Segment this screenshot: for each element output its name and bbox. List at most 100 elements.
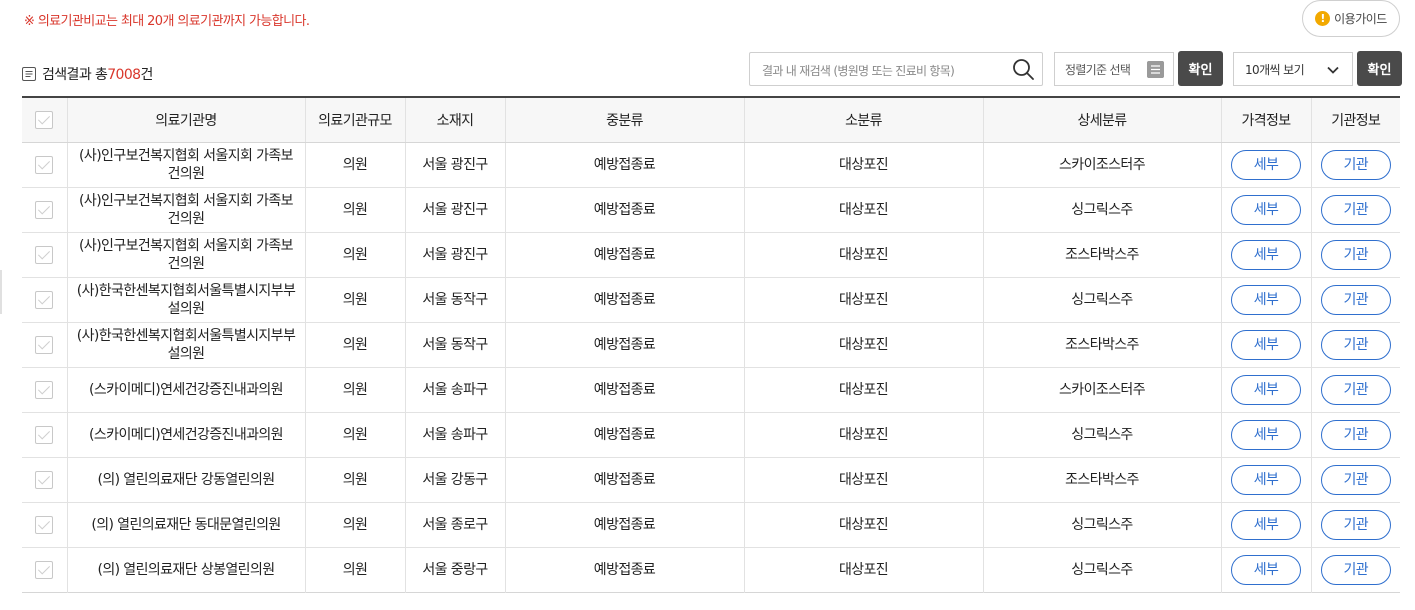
detail-button[interactable]: 세부: [1231, 150, 1301, 180]
org-info-cell: 기관: [1311, 412, 1400, 458]
detail-button[interactable]: 세부: [1231, 375, 1301, 405]
row-select-cell[interactable]: [22, 142, 68, 188]
sub-category-cell: 대상포진: [744, 457, 984, 503]
row-select-cell[interactable]: [22, 367, 68, 413]
row-checkbox[interactable]: [35, 426, 54, 444]
table-row: (스카이메디)연세건강증진내과의원 의원 서울 송파구 예방접종료 대상포진 스카이조스터…: [22, 367, 1400, 413]
detail-button[interactable]: 세부: [1231, 240, 1301, 270]
detail-category-cell: 조스타박스주: [983, 457, 1222, 503]
mid-category-cell: 예방접종료: [505, 232, 745, 278]
detail-button[interactable]: 세부: [1231, 555, 1301, 585]
scale-cell: 의원: [305, 142, 406, 188]
per-page-label: 10개씩 보기: [1245, 62, 1305, 77]
sort-confirm-button[interactable]: 확인: [1178, 51, 1223, 86]
row-checkbox[interactable]: [35, 516, 54, 534]
institution-name-cell: (사)한국한센복지협회서울특별시지부부설의원: [67, 322, 306, 368]
location-cell: 서울 동작구: [405, 277, 506, 323]
org-info-cell: 기관: [1311, 502, 1400, 548]
org-info-cell: 기관: [1311, 232, 1400, 278]
row-checkbox[interactable]: [35, 291, 54, 309]
table-row: (의) 열린의료재단 동대문열린의원 의원 서울 종로구 예방접종료 대상포진 싱그릭스주…: [22, 502, 1400, 548]
mid-category-cell: 예방접종료: [505, 412, 745, 458]
row-checkbox[interactable]: [35, 561, 54, 579]
sub-category-cell: 대상포진: [744, 367, 984, 413]
per-page-select[interactable]: 10개씩 보기: [1233, 52, 1353, 86]
table-row: (사)한국한센복지협회서울특별시지부부설의원 의원 서울 동작구 예방접종료 대상포진 조…: [22, 322, 1400, 368]
price-info-cell: 세부: [1221, 457, 1312, 503]
row-select-cell[interactable]: [22, 277, 68, 323]
detail-button[interactable]: 세부: [1231, 330, 1301, 360]
org-info-button[interactable]: 기관: [1320, 465, 1391, 495]
detail-button[interactable]: 세부: [1231, 510, 1301, 540]
sub-category-cell: 대상포진: [744, 187, 984, 233]
row-checkbox[interactable]: [35, 156, 54, 174]
sub-category-cell: 대상포진: [744, 322, 984, 368]
row-select-cell[interactable]: [22, 457, 68, 503]
row-checkbox[interactable]: [35, 201, 54, 219]
row-select-cell[interactable]: [22, 412, 68, 458]
mid-category-cell: 예방접종료: [505, 367, 745, 413]
org-info-button[interactable]: 기관: [1320, 330, 1391, 360]
org-info-button[interactable]: 기관: [1320, 555, 1391, 585]
table-row: (사)인구보건복지협회 서울지회 가족보건의원 의원 서울 광진구 예방접종료 대상포진…: [22, 187, 1400, 233]
sort-criteria-select[interactable]: 정렬기준 선택: [1054, 52, 1174, 86]
select-all-checkbox[interactable]: [35, 111, 54, 129]
detail-button[interactable]: 세부: [1231, 420, 1301, 450]
org-info-button[interactable]: 기관: [1320, 420, 1391, 450]
org-info-button[interactable]: 기관: [1320, 285, 1391, 315]
row-select-cell[interactable]: [22, 232, 68, 278]
sub-category-cell: 대상포진: [744, 142, 984, 188]
price-info-cell: 세부: [1221, 367, 1312, 413]
org-info-cell: 기관: [1311, 142, 1400, 188]
location-cell: 서울 중랑구: [405, 547, 506, 593]
detail-button[interactable]: 세부: [1231, 195, 1301, 225]
scale-cell: 의원: [305, 187, 406, 233]
org-info-button[interactable]: 기관: [1320, 240, 1391, 270]
detail-category-cell: 싱그릭스주: [983, 277, 1222, 323]
table-header-row: 의료기관명 의료기관규모 소재지 중분류 소분류 상세분류 가격정보 기관정보: [22, 97, 1400, 143]
detail-button[interactable]: 세부: [1231, 285, 1301, 315]
per-page-confirm-button[interactable]: 확인: [1357, 51, 1402, 86]
detail-category-cell: 싱그릭스주: [983, 502, 1222, 548]
org-info-cell: 기관: [1311, 322, 1400, 368]
row-checkbox[interactable]: [35, 471, 54, 489]
detail-category-cell: 스카이조스터주: [983, 367, 1222, 413]
header-cell: 가격정보: [1221, 97, 1312, 143]
org-info-button[interactable]: 기관: [1320, 375, 1391, 405]
sub-category-cell: 대상포진: [744, 547, 984, 593]
org-info-button[interactable]: 기관: [1320, 150, 1391, 180]
scale-cell: 의원: [305, 277, 406, 323]
mid-category-cell: 예방접종료: [505, 502, 745, 548]
price-info-cell: 세부: [1221, 187, 1312, 233]
table-row: (의) 열린의료재단 상봉열린의원 의원 서울 중랑구 예방접종료 대상포진 싱그릭스주 세…: [22, 547, 1400, 593]
header-cell: 중분류: [505, 97, 745, 143]
table-row: (의) 열린의료재단 강동열린의원 의원 서울 강동구 예방접종료 대상포진 조스타박스주…: [22, 457, 1400, 503]
research-search-input[interactable]: [760, 60, 1014, 82]
institution-name-cell: (사)인구보건복지협회 서울지회 가족보건의원: [67, 142, 306, 188]
detail-category-cell: 싱그릭스주: [983, 547, 1222, 593]
scale-cell: 의원: [305, 367, 406, 413]
org-info-cell: 기관: [1311, 367, 1400, 413]
scale-cell: 의원: [305, 232, 406, 278]
org-info-button[interactable]: 기관: [1320, 195, 1391, 225]
row-select-cell[interactable]: [22, 502, 68, 548]
sub-category-cell: 대상포진: [744, 277, 984, 323]
result-prefix: 검색결과 총: [42, 67, 108, 83]
header-select-all[interactable]: [22, 97, 68, 143]
research-search-box: [749, 52, 1043, 86]
row-select-cell[interactable]: [22, 187, 68, 233]
row-checkbox[interactable]: [35, 336, 54, 354]
scale-cell: 의원: [305, 412, 406, 458]
row-checkbox[interactable]: [35, 246, 54, 264]
side-scroll-edge: [0, 270, 2, 314]
institution-name-cell: (의) 열린의료재단 동대문열린의원: [67, 502, 306, 548]
search-icon[interactable]: [1012, 58, 1034, 80]
row-select-cell[interactable]: [22, 547, 68, 593]
usage-guide-button[interactable]: ! 이용가이드: [1302, 0, 1400, 37]
detail-button[interactable]: 세부: [1231, 465, 1301, 495]
mid-category-cell: 예방접종료: [505, 457, 745, 503]
row-checkbox[interactable]: [35, 381, 54, 399]
price-info-cell: 세부: [1221, 502, 1312, 548]
row-select-cell[interactable]: [22, 322, 68, 368]
org-info-button[interactable]: 기관: [1320, 510, 1391, 540]
